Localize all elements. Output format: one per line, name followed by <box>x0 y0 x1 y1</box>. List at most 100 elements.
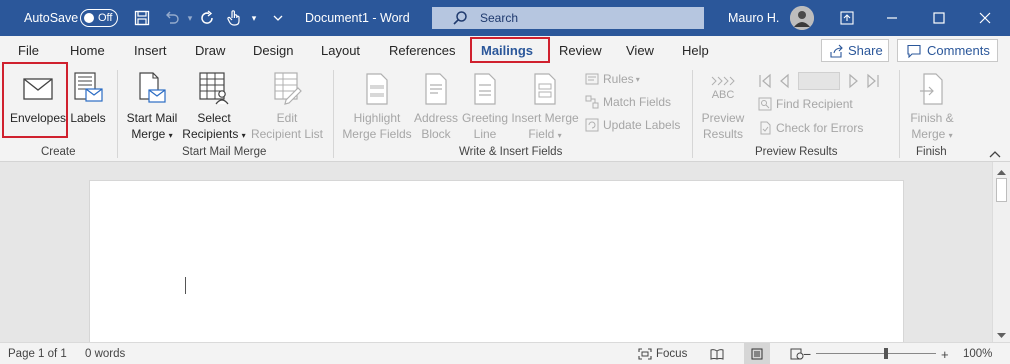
toggle-knob <box>84 13 94 23</box>
record-number-input[interactable] <box>798 72 840 90</box>
autosave-label: AutoSave <box>24 11 79 25</box>
focus-button[interactable]: Focus <box>638 343 687 364</box>
undo-icon[interactable] <box>162 0 182 36</box>
zoom-in-button[interactable]: + <box>941 343 949 364</box>
avatar[interactable] <box>790 6 814 30</box>
minimize-icon[interactable] <box>877 0 907 36</box>
match-fields-button[interactable]: Match Fields <box>585 95 671 109</box>
edit-recipient-list-button[interactable]: Edit Recipient List <box>250 72 324 142</box>
finish-merge-icon <box>919 72 945 106</box>
page-count[interactable]: Page 1 of 1 <box>8 343 67 364</box>
address-block-label-2: Block <box>421 127 451 141</box>
check-errors-label: Check for Errors <box>776 121 864 135</box>
labels-label: Labels <box>70 111 106 125</box>
autosave-toggle[interactable]: Off <box>80 9 118 27</box>
mail-merge-icon <box>137 72 167 106</box>
print-layout-icon[interactable] <box>744 343 770 364</box>
search-box[interactable]: Search <box>432 7 704 29</box>
comments-button[interactable]: Comments <box>897 39 998 62</box>
tab-view[interactable]: View <box>626 36 654 64</box>
vertical-scrollbar[interactable] <box>992 162 1010 342</box>
tab-insert[interactable]: Insert <box>134 36 167 64</box>
tab-draw[interactable]: Draw <box>195 36 225 64</box>
save-icon[interactable] <box>132 0 152 36</box>
zoom-level[interactable]: 100% <box>963 343 992 364</box>
customize-qat-icon[interactable]: ▾ <box>244 0 264 36</box>
tab-file[interactable]: File <box>18 36 39 64</box>
document-title: Document1 - Word <box>305 11 410 25</box>
collapse-ribbon-icon[interactable] <box>989 148 1001 162</box>
tab-references[interactable]: References <box>389 36 455 64</box>
qat-more-icon[interactable] <box>268 0 288 36</box>
focus-icon <box>638 348 652 360</box>
start-mail-merge-button[interactable]: Start Mail Merge ▾ <box>124 72 180 144</box>
undo-dropdown-icon[interactable]: ▾ <box>180 0 200 36</box>
address-block-icon <box>423 72 449 106</box>
address-block-button[interactable]: Address Block <box>412 72 460 142</box>
maximize-icon[interactable] <box>924 0 954 36</box>
close-icon[interactable] <box>970 0 1000 36</box>
group-label-preview-results: Preview Results <box>755 146 838 158</box>
highlight-label-2: Merge Fields <box>342 127 412 141</box>
rules-dropdown-icon: ▾ <box>635 74 640 84</box>
document-area <box>0 162 992 350</box>
read-mode-icon[interactable] <box>710 343 724 364</box>
zoom-slider-thumb[interactable] <box>884 348 888 359</box>
scroll-up-icon[interactable] <box>997 165 1006 179</box>
highlight-icon <box>364 72 390 106</box>
ribbon-display-options-icon[interactable] <box>832 0 862 36</box>
tab-home[interactable]: Home <box>70 36 105 64</box>
insert-merge-field-button[interactable]: Insert Merge Field ▾ <box>510 72 580 144</box>
highlight-merge-fields-button[interactable]: Highlight Merge Fields <box>340 72 414 142</box>
find-recipient-button[interactable]: Find Recipient <box>758 97 853 111</box>
next-record-icon[interactable] <box>848 73 860 89</box>
preview-results-label-1: Preview <box>701 111 745 125</box>
preview-results-button[interactable]: ABC Preview Results <box>698 72 748 142</box>
address-block-label-1: Address <box>413 111 459 125</box>
select-recipients-button[interactable]: Select Recipients ▾ <box>181 72 247 144</box>
scrollbar-thumb[interactable] <box>996 178 1007 202</box>
tab-help[interactable]: Help <box>682 36 709 64</box>
search-icon <box>452 10 468 29</box>
highlight-label-1: Highlight <box>353 111 401 125</box>
title-bar: AutoSave Off ▾ ▾ Document1 - Word Search… <box>0 0 1010 36</box>
tab-review[interactable]: Review <box>559 36 602 64</box>
check-for-errors-button[interactable]: Check for Errors <box>758 121 863 135</box>
focus-label: Focus <box>656 348 688 360</box>
tab-layout[interactable]: Layout <box>321 36 360 64</box>
first-record-icon[interactable] <box>758 73 772 89</box>
group-separator <box>692 70 693 158</box>
touch-mode-icon[interactable] <box>224 0 244 36</box>
word-count[interactable]: 0 words <box>85 343 125 364</box>
tab-design[interactable]: Design <box>253 36 293 64</box>
zoom-slider-track[interactable] <box>816 353 936 354</box>
share-button[interactable]: Share <box>821 39 889 62</box>
user-name[interactable]: Mauro H. <box>728 0 779 36</box>
rules-button[interactable]: Rules ▾ <box>585 72 640 86</box>
update-labels-button[interactable]: Update Labels <box>585 118 680 132</box>
labels-button[interactable]: Labels <box>68 72 108 126</box>
zoom-out-button[interactable]: − <box>803 343 811 364</box>
match-fields-icon <box>585 95 599 109</box>
last-record-icon[interactable] <box>866 73 880 89</box>
check-errors-icon <box>758 121 772 135</box>
finish-merge-label-1: Finish & <box>910 111 954 125</box>
update-labels-icon <box>585 118 599 132</box>
record-navigation <box>758 72 880 90</box>
finish-merge-button[interactable]: Finish & Merge ▾ <box>905 72 959 144</box>
autosave-state: Off <box>98 12 113 24</box>
scroll-down-icon[interactable] <box>997 328 1006 342</box>
select-recipients-label-1: Select <box>197 111 231 125</box>
greeting-line-button[interactable]: Greeting Line <box>460 72 510 142</box>
ribbon-tabs: File Home Insert Draw Design Layout Refe… <box>0 36 1010 64</box>
greeting-line-icon <box>472 72 498 106</box>
edit-recipient-list-label-2: Recipient List <box>250 127 324 141</box>
select-recipients-label-2: Recipients ▾ <box>182 127 246 141</box>
document-page[interactable] <box>89 180 904 350</box>
previous-record-icon[interactable] <box>778 73 790 89</box>
comments-label: Comments <box>927 43 990 58</box>
text-cursor <box>185 277 186 294</box>
redo-icon[interactable] <box>198 0 218 36</box>
web-layout-icon[interactable] <box>790 343 804 364</box>
find-recipient-label: Find Recipient <box>776 97 853 111</box>
